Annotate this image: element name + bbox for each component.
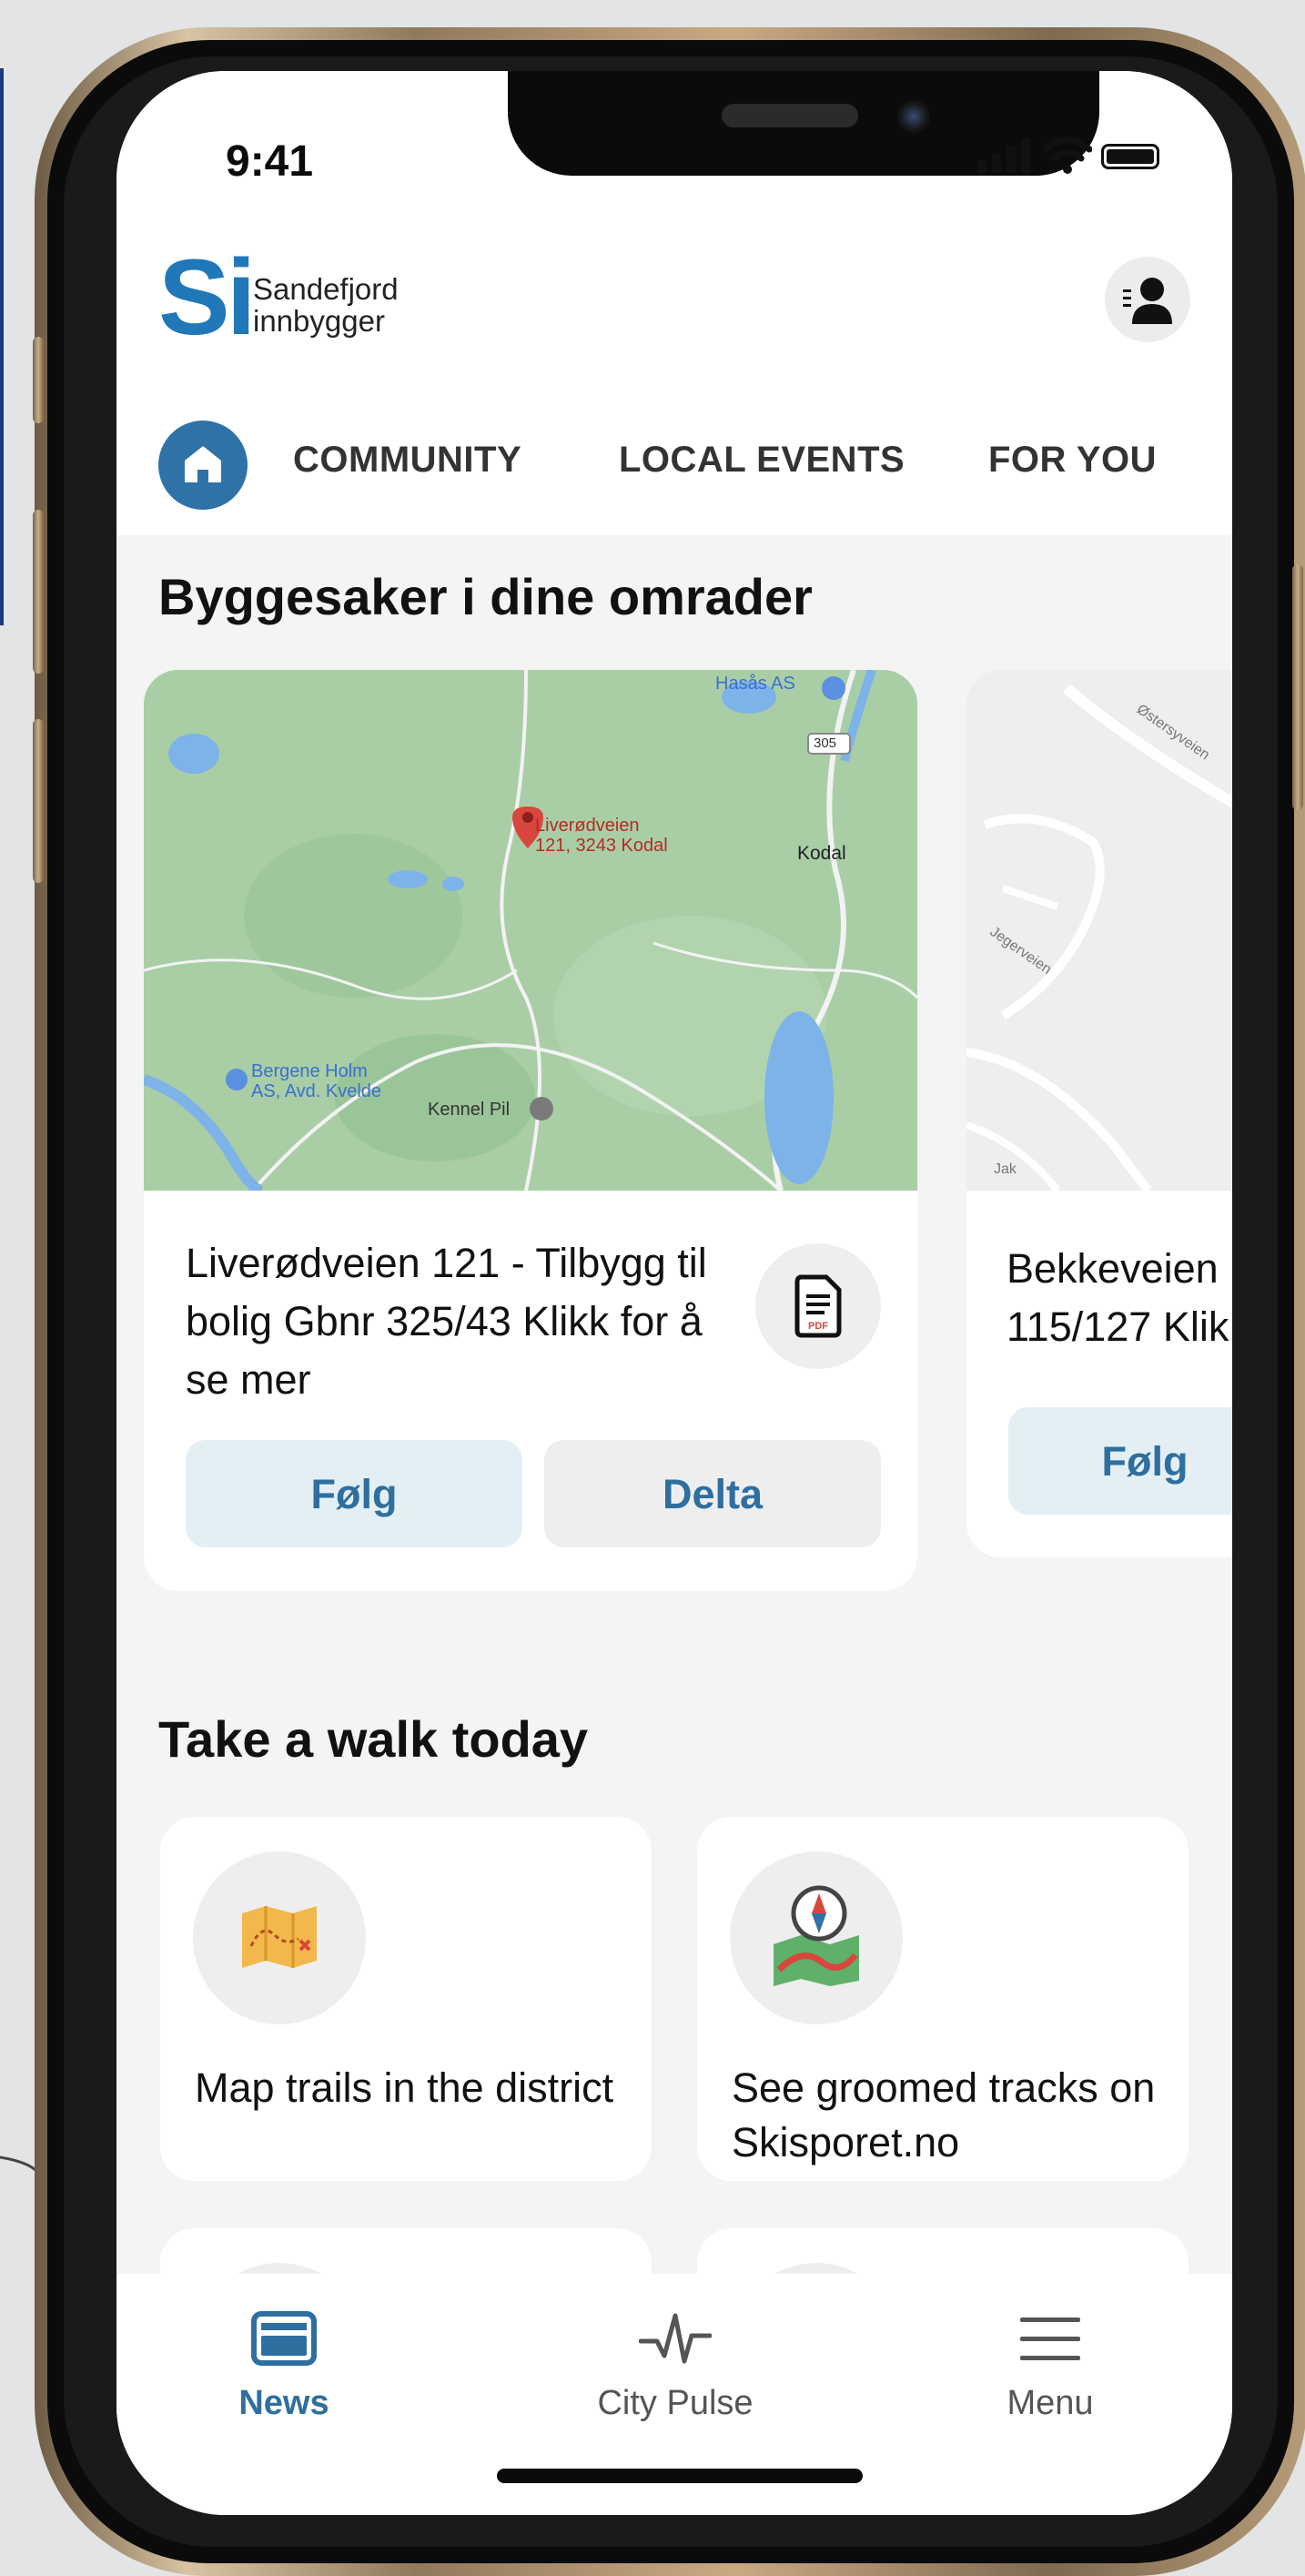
home-indicator[interactable] [497,2469,863,2483]
walk-section-title: Take a walk today [158,1710,589,1768]
pdf-document-icon: PDF [794,1274,842,1338]
profile-button[interactable] [1105,257,1190,342]
follow-button[interactable]: Følg [1008,1407,1232,1515]
speaker [722,104,858,127]
map-pin-label: Liverødveien 121, 3243 Kodal [535,816,668,856]
tab-home[interactable] [158,421,248,510]
case-map[interactable]: Liverødveien 121, 3243 Kodal Kodal Hasås… [144,670,917,1191]
tab-local-events[interactable]: LOCAL EVENTS [619,440,905,481]
building-case-card[interactable]: Liverødveien 121, 3243 Kodal Kodal Hasås… [144,670,917,1591]
app-logo-text: Sandefjord innbygger [253,273,399,337]
walk-card-trails[interactable]: Map trails in the district [160,1817,652,2181]
case-title-line-2: 115/127 Klik [1007,1303,1229,1350]
pulse-icon [638,2313,713,2364]
nav-city-pulse-label: City Pulse [597,2384,754,2422]
map-place-label: Kodal [797,843,846,864]
nav-city-pulse[interactable]: City Pulse [539,2310,812,2423]
phone-mute-switch [33,337,44,423]
map-road-label: Jak [994,1161,1017,1177]
case-map[interactable]: Østersyveien Jegerveien Jak [966,670,1232,1191]
tab-community[interactable]: COMMUNITY [293,440,521,481]
nav-news-label: News [238,2384,329,2422]
walk-card-skisporet[interactable]: See groomed tracks on Skisporet.no [697,1817,1189,2181]
trail-map-icon [242,1906,317,1968]
page-side-line [0,68,4,625]
case-title: Liverødveien 121 - Tilbygg til bolig Gbn… [186,1240,707,1403]
news-icon [251,2311,317,2366]
phone-volume-up [33,510,44,674]
nav-menu[interactable]: Menu [914,2310,1187,2423]
phone-power-button [1292,564,1303,810]
camera [897,100,930,133]
status-time: 9:41 [226,137,314,186]
svg-text:PDF: PDF [808,1321,828,1332]
map-graphic [144,670,917,1191]
logo-line-1: Sandefjord [253,272,399,306]
menu-icon [1020,2317,1080,2360]
nav-news[interactable]: News [147,2310,420,2423]
logo-line-2: innbygger [253,304,385,338]
signal-icon [977,138,1030,173]
phone-volume-down [33,719,44,883]
building-case-card[interactable]: Østersyveien Jegerveien Jak Bekkeveien 1… [966,670,1232,1557]
map-place-label: Kennel Pil [428,1100,511,1120]
building-cases-title: Byggesaker i dine omrader [158,568,813,625]
wifi-icon [1043,137,1092,174]
app-screen: 9:41 Si Sandefjord innbygger COMMUNITY L… [116,71,1232,2515]
user-icon [1123,278,1172,324]
home-icon [185,446,221,482]
walk-label: Map trails in the district [195,2064,614,2111]
map-place-label-line-1: Bergene Holm [251,1061,368,1081]
battery-icon [1101,144,1159,169]
pdf-button[interactable]: PDF [755,1243,881,1369]
follow-button[interactable]: Følg [186,1440,522,1547]
tab-for-you[interactable]: FOR YOU [988,440,1157,481]
walk-icon-circle [193,1851,366,2024]
map-place-label-line-2: AS, Avd. Kvelde [251,1081,382,1101]
map-place-label: Bergene Holm AS, Avd. Kvelde [251,1061,381,1101]
nav-menu-label: Menu [1007,2384,1094,2422]
map-place-label: Hasås AS [715,674,795,694]
share-button[interactable]: Delta [544,1440,881,1547]
walk-icon-circle [730,1851,903,2024]
compass-map-icon [774,1885,859,1986]
case-title-line-1: Bekkeveien [1007,1245,1219,1292]
case-title: Bekkeveien 115/127 Klik [1007,1240,1229,1356]
map-pin-label-line-1: Liverødveien [535,816,640,836]
map-pin-label-line-2: 121, 3243 Kodal [535,836,668,856]
walk-label: See groomed tracks on Skisporet.no [732,2064,1156,2165]
map-road-number: 305 [814,735,837,751]
app-logo-mark: Si [158,238,256,358]
